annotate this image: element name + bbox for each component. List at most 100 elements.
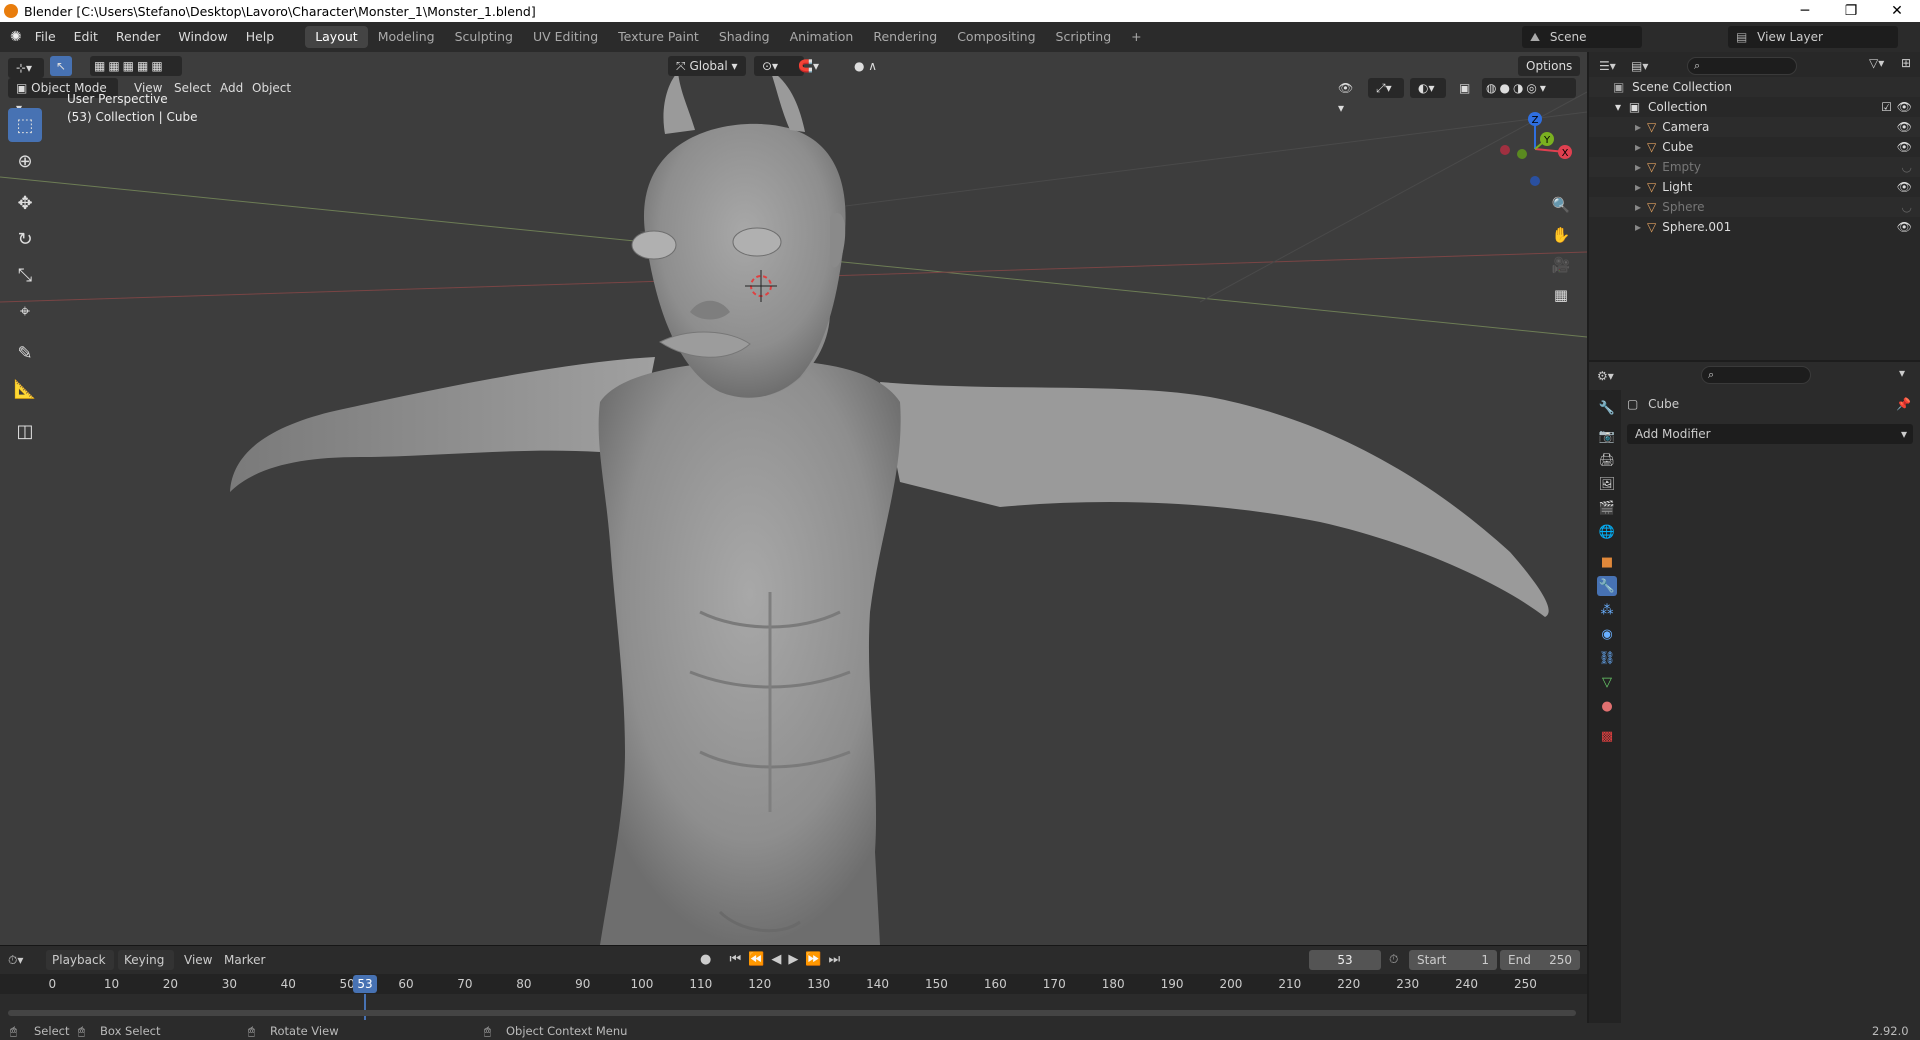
collapse-arrow-icon[interactable]: ▾ (1615, 100, 1621, 114)
add-cube-tool-icon[interactable]: ◫ (8, 414, 42, 448)
add-modifier-dropdown[interactable]: Add Modifier ▾ (1627, 424, 1913, 444)
properties-menu-arrow-icon[interactable]: ▾ (1899, 366, 1905, 380)
move-tool-icon[interactable]: ✥ (8, 186, 42, 220)
transform-orientation-dropdown[interactable]: ⤧ Global ▾ (668, 56, 746, 76)
eye-icon[interactable]: 👁 (1897, 117, 1912, 137)
eye-icon[interactable]: 👁 (1897, 137, 1912, 157)
add-workspace-button[interactable]: + (1121, 26, 1151, 48)
menu-edit[interactable]: Edit (65, 22, 107, 52)
properties-editor-type-icon[interactable]: ⚙▾ (1597, 366, 1627, 386)
new-collection-icon[interactable]: ⊞ (1901, 56, 1917, 76)
data-properties-icon[interactable]: ▽ (1597, 672, 1617, 692)
properties-search-input[interactable]: ⌕ (1701, 366, 1811, 384)
tab-texture-paint[interactable]: Texture Paint (608, 26, 709, 48)
render-properties-icon[interactable]: 📷 (1597, 426, 1617, 446)
tab-animation[interactable]: Animation (780, 26, 864, 48)
eye-icon[interactable]: 👁 (1897, 97, 1912, 117)
ortho-grid-icon[interactable]: ▦ (1548, 282, 1574, 308)
end-frame-field[interactable]: End 250 (1500, 950, 1580, 970)
eye-closed-icon[interactable]: ◡ (1902, 197, 1912, 217)
rotate-tool-icon[interactable]: ↻ (8, 222, 42, 256)
tab-shading[interactable]: Shading (709, 26, 780, 48)
expand-arrow-icon[interactable]: ▸ (1635, 220, 1641, 234)
overlay-toggle-icon[interactable]: ◐▾ (1410, 78, 1446, 98)
select-tool-icon[interactable]: ↖ (50, 56, 72, 76)
scene-selector[interactable]: ⛰ Scene (1522, 26, 1642, 48)
view-layer-properties-icon[interactable]: 🖼 (1597, 474, 1617, 494)
timeline-menu-playback[interactable]: Playback ▾ (46, 950, 114, 987)
eye-icon[interactable]: 👁 (1897, 217, 1912, 237)
tree-row-object[interactable]: ▸ ▽ Light 👁 (1589, 177, 1920, 197)
minimize-button[interactable]: ─ (1782, 0, 1828, 22)
expand-arrow-icon[interactable]: ▸ (1635, 120, 1641, 134)
viewport-menu-object[interactable]: Object (244, 78, 299, 98)
editor-type-icon[interactable]: ⊹▾ (8, 58, 44, 78)
tab-sculpting[interactable]: Sculpting (445, 26, 523, 48)
filter-icon[interactable]: ▽▾ (1869, 56, 1897, 76)
start-frame-field[interactable]: Start 1 (1409, 950, 1497, 970)
tree-row-object[interactable]: ▸ ▽ Camera 👁 (1589, 117, 1920, 137)
exclude-checkbox[interactable]: ☑ (1881, 97, 1892, 117)
menu-render[interactable]: Render (107, 22, 170, 52)
world-properties-icon[interactable]: 🌐 (1597, 522, 1617, 542)
select-box-tool-icon[interactable]: ⬚ (8, 108, 42, 142)
close-button[interactable]: ✕ (1874, 0, 1920, 22)
tab-layout[interactable]: Layout (305, 26, 368, 48)
timeline-menu-view[interactable]: View (184, 953, 212, 967)
menu-file[interactable]: File (26, 22, 65, 52)
tab-modeling[interactable]: Modeling (368, 26, 445, 48)
expand-arrow-icon[interactable]: ▸ (1635, 140, 1641, 154)
timeline-editor[interactable]: ⏱▾ Playback ▾ Keying ▾ View Marker ● ⏮⏪◀… (0, 945, 1587, 1023)
pan-hand-icon[interactable]: ✋ (1548, 222, 1574, 248)
measure-tool-icon[interactable]: 📐 (8, 372, 42, 406)
camera-view-icon[interactable]: 🎥 (1548, 252, 1574, 278)
expand-arrow-icon[interactable]: ▸ (1635, 200, 1641, 214)
eye-icon[interactable]: 👁 (1897, 177, 1912, 197)
cursor-tool-icon[interactable]: ⊕ (8, 144, 42, 178)
object-properties-icon[interactable]: ■ (1597, 552, 1617, 572)
timeline-menu-keying[interactable]: Keying ▾ (118, 950, 174, 987)
timeline-editor-type-icon[interactable]: ⏱▾ (8, 950, 38, 970)
restore-button[interactable]: ❐ (1828, 0, 1874, 22)
navigation-gizmo[interactable]: Z Y X (1490, 104, 1580, 194)
tree-row-object[interactable]: ▸ ▽ Sphere.001 👁 (1589, 217, 1920, 237)
material-properties-icon[interactable]: ● (1597, 696, 1617, 716)
output-properties-icon[interactable]: 🖨 (1597, 450, 1617, 470)
tab-compositing[interactable]: Compositing (947, 26, 1045, 48)
scene-properties-icon[interactable]: 🎬 (1597, 498, 1617, 518)
tree-row-object[interactable]: ▸ ▽ Sphere ◡ (1589, 197, 1920, 217)
playhead-frame-label[interactable]: 53 (353, 975, 377, 993)
timeline-scrollbar[interactable] (8, 1010, 1576, 1016)
particles-properties-icon[interactable]: ⁂ (1597, 600, 1617, 620)
tool-properties-icon[interactable]: 🔧 (1597, 398, 1617, 418)
outliner-editor-type-icon[interactable]: ☰▾ (1599, 56, 1627, 76)
current-frame-field[interactable]: 53 (1309, 950, 1381, 970)
playback-controls[interactable]: ● ⏮⏪◀▶⏩⏭ (700, 950, 860, 970)
zoom-icon[interactable]: 🔍 (1548, 192, 1574, 218)
menu-help[interactable]: Help (237, 22, 284, 52)
proportional-edit-icon[interactable]: ● ∧ (846, 56, 896, 76)
scale-tool-icon[interactable]: ⤡ (8, 258, 42, 292)
pin-icon[interactable]: 📌 (1896, 394, 1911, 414)
blender-menu-icon[interactable]: ✺ (10, 29, 22, 45)
annotate-tool-icon[interactable]: ✎ (8, 336, 42, 370)
physics-properties-icon[interactable]: ◉ (1597, 624, 1617, 644)
view-layer-selector[interactable]: ▤ View Layer (1728, 26, 1898, 48)
eye-closed-icon[interactable]: ◡ (1902, 157, 1912, 177)
outliner-search-input[interactable]: ⌕ (1687, 57, 1797, 75)
tab-rendering[interactable]: Rendering (863, 26, 947, 48)
shading-mode-icons[interactable]: ◍●◑◎▾ (1482, 78, 1576, 98)
tree-row-collection[interactable]: ▾ ▣ Collection ☑ 👁 (1589, 97, 1920, 117)
visibility-icon[interactable]: 👁▾ (1330, 78, 1364, 115)
tab-uv-editing[interactable]: UV Editing (523, 26, 608, 48)
gizmo-toggle-icon[interactable]: ⤢▾ (1368, 78, 1404, 98)
tree-row-object[interactable]: ▸ ▽ Cube 👁 (1589, 137, 1920, 157)
expand-arrow-icon[interactable]: ▸ (1635, 180, 1641, 194)
timeline-menu-marker[interactable]: Marker (224, 953, 265, 967)
menu-window[interactable]: Window (169, 22, 236, 52)
3d-viewport[interactable]: ⊹▾ ↖ ▦▦▦▦▦ ⤧ Global ▾ ⊙▾ 🧲▾ ● ∧ Options … (0, 52, 1587, 945)
transform-tool-icon[interactable]: ⌖ (8, 294, 42, 328)
stopwatch-icon[interactable]: ⏱ (1389, 952, 1398, 967)
modifier-properties-icon[interactable]: 🔧 (1597, 576, 1617, 596)
tab-scripting[interactable]: Scripting (1046, 26, 1122, 48)
